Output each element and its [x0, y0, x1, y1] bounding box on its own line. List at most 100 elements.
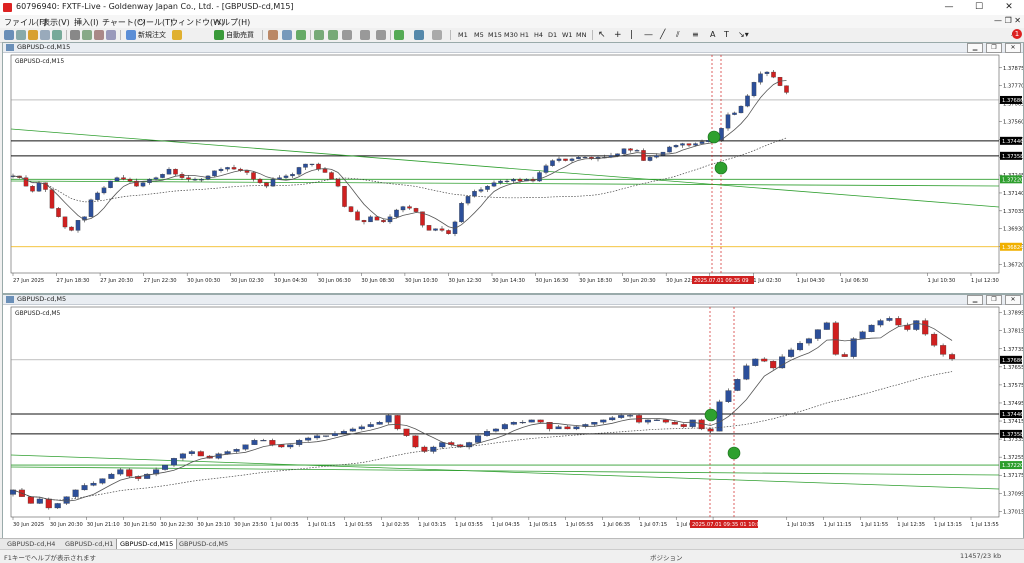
tf-m5[interactable]: M5	[474, 30, 484, 40]
menu-file[interactable]: ファイル(F)	[4, 17, 47, 28]
price-label: 1.37358	[1002, 154, 1023, 160]
chart-symbol-label: GBPUSD-cd,M5	[15, 310, 61, 317]
trendline-icon[interactable]: ╱	[660, 30, 665, 40]
new-order-button[interactable]: 新規注文	[138, 30, 166, 40]
label-tool-icon[interactable]: T	[724, 30, 729, 40]
horizontal-line-icon[interactable]: —	[644, 30, 653, 40]
candle	[126, 469, 133, 477]
candle	[478, 189, 484, 192]
menu-view[interactable]: 表示(V)	[42, 17, 70, 28]
candle	[381, 220, 386, 223]
candle-chart-icon[interactable]	[282, 30, 292, 40]
new-chart-icon[interactable]	[4, 30, 14, 40]
app-icon	[3, 3, 12, 12]
chart-window-title: GBPUSD-cd,M15	[17, 43, 71, 51]
tab-gbpusd-h4[interactable]: GBPUSD-cd,H4	[4, 539, 58, 549]
tf-d1[interactable]: D1	[548, 30, 557, 40]
periods-icon[interactable]	[414, 30, 424, 40]
tf-w1[interactable]: W1	[562, 30, 573, 40]
crosshair-icon[interactable]	[70, 30, 80, 40]
tab-gbpusd-m5[interactable]: GBPUSD-cd,M5	[176, 539, 231, 549]
zoom-in-chart-icon[interactable]	[314, 30, 324, 40]
y-tick-label: 1.37735	[1003, 347, 1023, 353]
tile-icon[interactable]	[106, 30, 116, 40]
tab-gbpusd-h1[interactable]: GBPUSD-cd,H1	[62, 539, 116, 549]
x-tick-label: 30 Jun 06:30	[318, 278, 351, 284]
navigator-icon[interactable]	[40, 30, 50, 40]
text-tool-icon[interactable]: A	[710, 30, 715, 40]
minimize-button[interactable]: —	[934, 0, 964, 15]
y-tick-label: 1.37255	[1003, 455, 1023, 461]
price-chart-m15[interactable]: GBPUSD-cd,M151.378751.377701.376651.3756…	[3, 53, 1023, 293]
candle	[358, 426, 365, 430]
tf-h1[interactable]: H1	[520, 30, 529, 40]
zoom-in-icon[interactable]	[82, 30, 92, 40]
panel-minimize-button[interactable]: ▁	[967, 43, 983, 53]
y-tick-label: 1.37770	[1003, 84, 1023, 90]
menu-insert[interactable]: 挿入(I)	[74, 17, 99, 28]
candle	[725, 114, 731, 129]
close-button[interactable]: ✕	[994, 0, 1024, 15]
market-watch-icon[interactable]	[28, 30, 38, 40]
bar-chart-icon[interactable]	[268, 30, 278, 40]
chart-shift-icon[interactable]	[360, 30, 370, 40]
chart-window-m15[interactable]: GBPUSD-cd,M15 ▁ ❐ ✕ GBPUSD-cd,M15 1.37875…	[2, 42, 1024, 294]
candle	[764, 71, 770, 74]
tile-windows-icon[interactable]	[342, 30, 352, 40]
x-tick-label: 1 Jul 12:35	[897, 522, 925, 528]
cursor-tool-icon[interactable]: ↖	[598, 30, 606, 40]
maximize-button[interactable]: ☐	[964, 0, 994, 15]
expert-icon[interactable]	[172, 30, 182, 40]
tf-mn[interactable]: MN	[576, 30, 586, 40]
x-tick-label: 30 Jun 10:30	[405, 278, 438, 284]
y-tick-label: 1.37815	[1003, 329, 1023, 335]
crosshair-tool-icon[interactable]: +	[614, 30, 622, 40]
chart-window-m5[interactable]: GBPUSD-cd,M5 ▁ ❐ ✕ GBPUSD-cd,M5 1.37895 1.…	[2, 294, 1024, 539]
profiles-icon[interactable]	[16, 30, 26, 40]
zoom-out-icon[interactable]	[94, 30, 104, 40]
candle	[340, 431, 347, 434]
terminal-icon[interactable]	[52, 30, 62, 40]
panel-restore-button[interactable]: ❐	[986, 295, 1002, 305]
x-tick-label: 1 Jul 03:55	[455, 522, 483, 528]
candle	[231, 167, 237, 170]
indicators-icon[interactable]	[394, 30, 404, 40]
vertical-line-icon[interactable]: |	[630, 30, 633, 40]
auto-trade-icon[interactable]	[214, 30, 224, 40]
zoom-out-chart-icon[interactable]	[328, 30, 338, 40]
new-order-icon[interactable]	[126, 30, 136, 40]
tf-m30[interactable]: M30	[504, 30, 518, 40]
x-tick-label: 27 Jun 2025	[13, 278, 44, 284]
x-tick-label: 30 Jun 00:30	[187, 278, 220, 284]
candle	[433, 228, 438, 231]
x-tick-label: 30 Jun 20:30	[623, 278, 656, 284]
notification-badge[interactable]: 1	[1012, 29, 1022, 39]
fibo-icon[interactable]: ≡	[692, 30, 699, 40]
candle	[233, 449, 240, 452]
panel-close-button[interactable]: ✕	[1005, 43, 1021, 53]
panel-restore-button[interactable]: ❐	[986, 43, 1002, 53]
x-tick-label: 1 Jul 00:35	[271, 522, 299, 528]
line-chart-icon[interactable]	[296, 30, 306, 40]
arrows-tool-icon[interactable]: ↘▾	[738, 30, 749, 40]
auto-trade-button[interactable]: 自動売買	[226, 30, 254, 40]
menu-tools[interactable]: ツール(T)	[138, 17, 173, 28]
menu-help[interactable]: ヘルプ(H)	[214, 17, 250, 28]
price-chart-m5[interactable]: GBPUSD-cd,M5 1.37895 1.37815 1.37735 1.37655…	[3, 305, 1023, 538]
candle	[550, 160, 555, 166]
candle	[459, 203, 464, 223]
channel-icon[interactable]: ⫽	[676, 30, 680, 40]
templates-icon[interactable]	[432, 30, 442, 40]
panel-close-button[interactable]: ✕	[1005, 295, 1021, 305]
y-tick-label: 1.37655	[1003, 365, 1023, 371]
candle	[647, 157, 653, 161]
mdi-controls[interactable]: — ❐ ✕	[994, 16, 1021, 25]
candle	[426, 225, 432, 231]
panel-minimize-button[interactable]: ▁	[967, 295, 983, 305]
x-tick-label: 1 Jul 02:35	[381, 522, 409, 528]
tf-m1[interactable]: M1	[458, 30, 468, 40]
tf-h4[interactable]: H4	[534, 30, 543, 40]
candle	[922, 320, 929, 335]
tf-m15[interactable]: M15	[488, 30, 502, 40]
autoscroll-icon[interactable]	[376, 30, 386, 40]
